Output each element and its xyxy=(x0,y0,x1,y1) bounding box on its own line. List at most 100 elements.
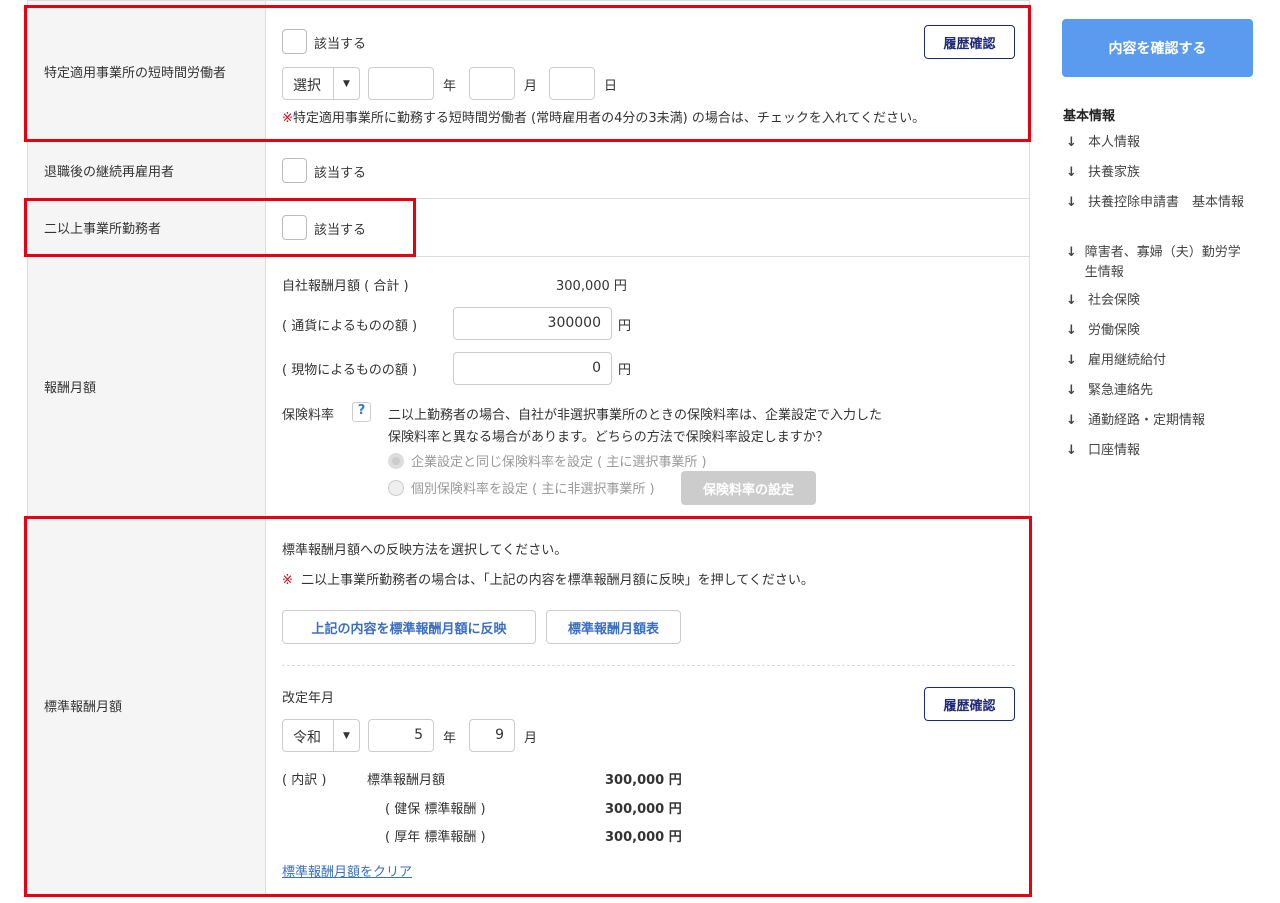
history-button[interactable]: 履歴確認 xyxy=(924,25,1015,59)
rehired-checkbox[interactable] xyxy=(282,158,307,183)
clear-link[interactable]: 標準報酬月額をクリア xyxy=(282,861,412,880)
year-input[interactable]: 5 xyxy=(368,719,434,752)
required-mark: ※ xyxy=(282,573,293,588)
arrow-down-icon: ↓ xyxy=(1066,383,1077,398)
sidebar-item-label: 社会保険 xyxy=(1088,293,1141,308)
rate-text: 保険料率と異なる場合があります。どちらの方法で保険料率設定しますか？ xyxy=(388,430,829,445)
label-multi: 二以上事業所勤務者 xyxy=(28,199,266,256)
radio-label: 企業設定と同じ保険料率を設定 ( 主に選択事業所 ) xyxy=(411,455,707,470)
month-input[interactable] xyxy=(469,67,515,100)
sidebar-item-label: 口座情報 xyxy=(1088,443,1141,458)
sidebar-item-label: 障害者、寡婦（夫）勤労学生情報 xyxy=(1084,245,1241,280)
sidebar-item[interactable]: ↓ 障害者、寡婦（夫）勤労学生情報 xyxy=(1066,243,1251,283)
sidebar-item-label: 本人情報 xyxy=(1088,135,1141,150)
checkbox-label: 該当する xyxy=(314,166,367,181)
item-value: 300,000 円 xyxy=(605,773,682,788)
arrow-down-icon: ↓ xyxy=(1066,135,1077,150)
year-unit: 年 xyxy=(443,79,457,94)
month-unit: 月 xyxy=(524,79,538,94)
note-text: 特定適用事業所に勤務する短時間労働者 (常時雇用者の4分の3未満) の場合は、チ… xyxy=(292,111,926,126)
chevron-down-icon: ▼ xyxy=(333,720,359,751)
arrow-down-icon: ↓ xyxy=(1066,323,1077,338)
multi-checkbox[interactable] xyxy=(282,215,307,240)
sidebar-item-label: 緊急連絡先 xyxy=(1088,383,1154,398)
divider xyxy=(282,665,1015,666)
era-value: 選択 xyxy=(293,78,321,94)
arrow-down-icon: ↓ xyxy=(1066,443,1077,458)
label-standard: 標準報酬月額 xyxy=(28,517,266,894)
sidebar-item[interactable]: ↓ 扶養家族 xyxy=(1066,163,1251,183)
era-select[interactable]: 選択 ▼ xyxy=(282,67,360,100)
month-input[interactable]: 9 xyxy=(469,719,515,752)
month-unit: 月 xyxy=(524,731,538,746)
rate-text: 二以上勤務者の場合、自社が非選択事業所のときの保険料率は、企業設定で入力した xyxy=(388,408,883,423)
label-part-timer: 特定適用事業所の短時間労働者 xyxy=(28,1,266,141)
help-icon[interactable]: ? xyxy=(352,402,371,422)
sidebar-heading: 基本情報 xyxy=(1063,109,1116,124)
checkbox-label: 該当する xyxy=(314,223,367,238)
label-salary: 報酬月額 xyxy=(28,257,266,516)
sidebar-item[interactable]: ↓ 通勤経路・定期情報 xyxy=(1066,411,1251,431)
arrow-down-icon: ↓ xyxy=(1066,245,1077,260)
arrow-down-icon: ↓ xyxy=(1066,195,1077,210)
row-rehired: 退職後の継続再雇用者 該当する xyxy=(27,142,1030,199)
year-input[interactable] xyxy=(368,67,434,100)
radio-individual-rate[interactable] xyxy=(388,480,404,496)
row-multi: 二以上事業所勤務者 該当する xyxy=(27,199,1030,257)
sidebar-item[interactable]: ↓ 社会保険 xyxy=(1066,291,1251,311)
sidebar-item[interactable]: ↓ 口座情報 xyxy=(1066,441,1251,461)
sidebar-item[interactable]: ↓ 緊急連絡先 xyxy=(1066,381,1251,401)
history-button[interactable]: 履歴確認 xyxy=(924,687,1015,721)
breakdown-label: ( 内訳 ) xyxy=(282,773,327,788)
item-value: 300,000 円 xyxy=(605,802,682,817)
revision-label: 改定年月 xyxy=(282,691,335,706)
era-value: 令和 xyxy=(293,730,321,746)
yen-unit: 円 xyxy=(618,363,632,378)
sidebar-item[interactable]: ↓ 労働保険 xyxy=(1066,321,1251,341)
chevron-down-icon: ▼ xyxy=(333,68,359,99)
radio-label: 個別保険料率を設定 ( 主に非選択事業所 ) xyxy=(411,482,655,497)
item-value: 300,000 円 xyxy=(605,830,682,845)
total-label: 自社報酬月額 ( 合計 ) xyxy=(282,279,409,294)
item-label: ( 厚年 標準報酬 ) xyxy=(385,830,486,845)
note-text: 二以上事業所勤務者の場合は、「上記の内容を標準報酬月額に反映」を押してください。 xyxy=(301,573,814,588)
year-unit: 年 xyxy=(443,731,457,746)
cash-label: ( 通貨によるものの額 ) xyxy=(282,319,418,334)
standard-table-button[interactable]: 標準報酬月額表 xyxy=(546,610,681,644)
part-timer-checkbox[interactable] xyxy=(282,29,307,54)
yen-unit: 円 xyxy=(618,319,632,334)
row-standard: 標準報酬月額 標準報酬月額への反映方法を選択してください。 ※ 二以上事業所勤務… xyxy=(27,517,1030,895)
label-rehired: 退職後の継続再雇用者 xyxy=(28,142,266,198)
arrow-down-icon: ↓ xyxy=(1066,293,1077,308)
item-label: 標準報酬月額 xyxy=(367,773,446,788)
kind-label: ( 現物によるものの額 ) xyxy=(282,363,418,378)
era-select[interactable]: 令和 ▼ xyxy=(282,719,360,752)
row-salary: 報酬月額 自社報酬月額 ( 合計 ) 300,000 円 ( 通貨によるものの額… xyxy=(27,257,1030,517)
sidebar-item-label: 労働保険 xyxy=(1088,323,1141,338)
sidebar-item-label: 通勤経路・定期情報 xyxy=(1088,413,1206,428)
part-timer-note: ※特定適用事業所に勤務する短時間労働者 (常時雇用者の4分の3未満) の場合は、… xyxy=(282,107,925,126)
confirm-button[interactable]: 内容を確認する xyxy=(1062,19,1253,77)
cash-input[interactable]: 300000 xyxy=(453,307,612,340)
total-value: 300,000 円 xyxy=(556,279,627,294)
checkbox-label: 該当する xyxy=(314,37,367,52)
row-part-timer: 特定適用事業所の短時間労働者 該当する 履歴確認 選択 ▼ 年 月 日 ※特定適用… xyxy=(27,0,1030,142)
sidebar-item-label: 雇用継続給付 xyxy=(1088,353,1167,368)
required-mark: ※ xyxy=(282,111,293,126)
sidebar-item-label: 扶養控除申請書 基本情報 xyxy=(1088,195,1245,210)
arrow-down-icon: ↓ xyxy=(1066,165,1077,180)
sidebar-item[interactable]: ↓ 雇用継続給付 xyxy=(1066,351,1251,371)
kind-input[interactable]: 0 xyxy=(453,352,612,385)
item-label: ( 健保 標準報酬 ) xyxy=(385,802,486,817)
sidebar-item[interactable]: ↓ 扶養控除申請書 基本情報 xyxy=(1066,193,1251,213)
rate-settings-button[interactable]: 保険料率の設定 xyxy=(681,471,816,505)
rate-label: 保険料率 xyxy=(282,408,335,423)
sidebar-item[interactable]: ↓ 本人情報 xyxy=(1066,133,1251,153)
arrow-down-icon: ↓ xyxy=(1066,353,1077,368)
sidebar-item-label: 扶養家族 xyxy=(1088,165,1141,180)
radio-company-rate[interactable] xyxy=(388,453,404,469)
standard-intro: 標準報酬月額への反映方法を選択してください。 xyxy=(282,543,568,558)
day-input[interactable] xyxy=(549,67,595,100)
reflect-button[interactable]: 上記の内容を標準報酬月額に反映 xyxy=(282,610,536,644)
standard-note: ※ 二以上事業所勤務者の場合は、「上記の内容を標準報酬月額に反映」を押してくださ… xyxy=(282,569,814,588)
